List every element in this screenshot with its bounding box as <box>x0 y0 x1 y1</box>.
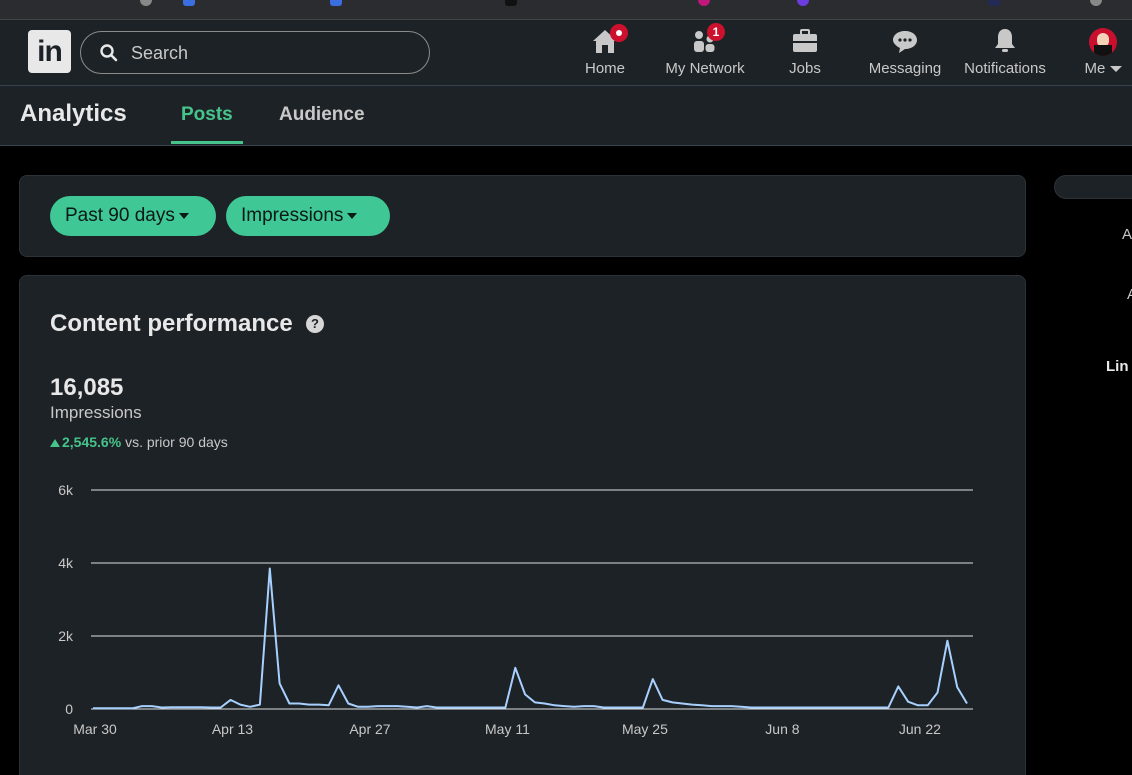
nav-jobs[interactable]: Jobs <box>780 26 830 82</box>
nav-my-network[interactable]: 1 My Network <box>660 23 750 82</box>
impressions-line-chart: 0 2k 4k 6k Mar 30 Apr 13 Apr 27 May 11 May 25 Jun… <box>58 482 973 737</box>
linkedin-logo[interactable]: in <box>28 30 71 73</box>
change-text: vs. prior 90 days <box>125 434 228 450</box>
content-performance-card: Content performance ? 16,085 Impressions… <box>19 275 1026 775</box>
nav-messaging[interactable]: Messaging <box>866 26 944 82</box>
change-value: 2,545.6% <box>62 434 122 450</box>
nav-me-label: Me <box>1084 60 1106 77</box>
x-tick-label: May 25 <box>622 721 668 737</box>
nav-messaging-label: Messaging <box>868 60 942 77</box>
x-tick-label: May 11 <box>485 721 530 737</box>
impressions-series-line[interactable] <box>93 567 968 710</box>
tab-audience[interactable]: Audience <box>269 104 375 144</box>
date-range-label: Past 90 days <box>65 205 175 226</box>
tab-favicon-icon[interactable] <box>698 0 710 6</box>
right-panel-link[interactable]: Lin <box>1106 358 1129 375</box>
impressions-total: 16,085 <box>50 374 124 401</box>
top-navigation: in Home 1 My Network <box>0 20 1132 86</box>
tab-favicon-icon[interactable] <box>797 0 809 6</box>
x-tick-label: Jun 8 <box>765 721 799 737</box>
y-tick-label: 0 <box>65 701 73 717</box>
y-tick-label: 2k <box>58 628 74 644</box>
browser-tab-strip <box>0 0 1132 20</box>
right-panel-text: A <box>1122 226 1132 243</box>
messaging-icon <box>893 31 917 53</box>
impressions-label: Impressions <box>50 403 142 422</box>
bell-icon <box>995 29 1015 52</box>
search-box[interactable] <box>80 31 430 74</box>
help-icon[interactable]: ? <box>306 315 324 333</box>
content-performance-title: Content performance <box>50 310 293 337</box>
change-summary: 2,545.6% vs. prior 90 days <box>50 434 228 450</box>
filters-card: Past 90 days Impressions <box>19 175 1026 257</box>
analytics-subnav: Analytics Posts Audience <box>0 86 1132 146</box>
tab-favicon-icon[interactable] <box>330 0 342 6</box>
trend-up-icon <box>50 439 60 447</box>
tab-favicon-icon[interactable] <box>988 0 1000 6</box>
caret-down-icon <box>347 212 358 219</box>
search-input[interactable] <box>131 40 411 66</box>
briefcase-icon <box>793 29 817 52</box>
chevron-down-icon <box>1109 66 1122 73</box>
date-range-dropdown[interactable]: Past 90 days <box>50 196 216 236</box>
avatar[interactable] <box>1089 28 1117 56</box>
tab-favicon-icon[interactable] <box>1090 0 1102 6</box>
network-badge: 1 <box>707 23 725 41</box>
tab-favicon-icon[interactable] <box>505 0 517 6</box>
home-notification-dot <box>610 24 628 42</box>
tab-posts[interactable]: Posts <box>171 104 243 144</box>
nav-notifications-label: Notifications <box>964 60 1046 77</box>
nav-me-label-wrap: Me <box>1080 60 1126 77</box>
nav-my-network-label: My Network <box>665 60 745 77</box>
x-tick-label: Jun 22 <box>899 721 941 737</box>
nav-home[interactable]: Home <box>578 24 632 82</box>
metric-label: Impressions <box>241 205 344 226</box>
x-tick-label: Apr 13 <box>212 721 253 737</box>
caret-down-icon <box>178 212 189 219</box>
tab-favicon-icon[interactable] <box>183 0 195 6</box>
x-tick-label: Apr 27 <box>349 721 390 737</box>
search-icon <box>100 44 118 62</box>
page-title: Analytics <box>20 100 127 127</box>
x-tick-label: Mar 30 <box>73 721 117 737</box>
y-tick-label: 6k <box>58 482 74 498</box>
tab-favicon-icon[interactable] <box>140 0 152 6</box>
nav-home-label: Home <box>584 60 625 77</box>
right-panel-header <box>1054 175 1132 199</box>
nav-notifications[interactable]: Notifications <box>960 26 1050 82</box>
right-panel-text: A <box>1127 286 1132 303</box>
y-tick-label: 4k <box>58 555 74 571</box>
nav-me[interactable]: Me <box>1080 26 1126 82</box>
metric-dropdown[interactable]: Impressions <box>226 196 390 236</box>
nav-jobs-label: Jobs <box>789 60 821 77</box>
